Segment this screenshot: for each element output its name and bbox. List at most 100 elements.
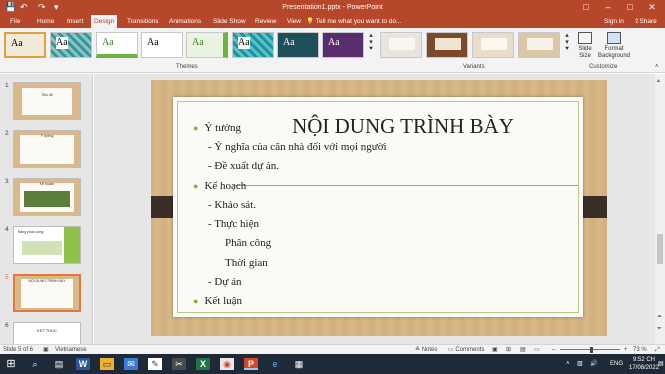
slide-title[interactable]: NỘI DUNG TRÌNH BÀY	[273, 115, 533, 137]
slide-thumbnail-3[interactable]: Kế hoạch	[13, 178, 81, 216]
tab-design[interactable]: Design	[91, 15, 118, 28]
scroll-up-icon[interactable]: ▴	[657, 78, 663, 84]
chrome-icon[interactable]: ◉	[220, 358, 234, 370]
slide-size-button[interactable]: Slide Size	[574, 32, 596, 60]
theme-blue-pattern[interactable]: Aa	[232, 32, 274, 58]
tab-review[interactable]: Review	[252, 15, 279, 28]
undo-icon[interactable]: ↶	[20, 2, 28, 13]
tab-view[interactable]: View	[284, 15, 304, 28]
tell-me-text: Tell me what you want to do...	[315, 18, 402, 25]
mail-icon[interactable]: ✉	[124, 358, 138, 370]
bullet-text: - Thực hiện	[208, 218, 259, 230]
save-icon[interactable]: 💾	[5, 2, 16, 13]
edge-icon[interactable]: e	[268, 358, 282, 370]
status-bar: Slide 5 of 6 ▣ Vietnamese ≙ Notes ▭ Comm…	[0, 344, 665, 354]
word-app-icon[interactable]: W	[76, 358, 90, 370]
theme-green-facet[interactable]: Aa	[96, 32, 138, 58]
task-view-icon[interactable]: ▤	[52, 358, 66, 370]
window-title: Presentation1.pptx - PowerPoint	[282, 4, 383, 11]
variants-more-icon[interactable]: ▴ ▾ ⯆	[563, 32, 571, 53]
themes-group-label: Themes	[176, 64, 198, 70]
thumb-title: KẾT THÚC	[37, 329, 57, 333]
bullet-level1[interactable]: - Khảo sát.	[208, 199, 256, 212]
tab-home[interactable]: Home	[34, 15, 57, 28]
variant-4[interactable]	[518, 32, 560, 58]
theme-plain[interactable]: Aa	[141, 32, 183, 58]
system-clock[interactable]: 9:52 CH 17/08/2022	[629, 356, 659, 372]
volume-icon[interactable]: 🔊	[590, 354, 597, 374]
variant-2[interactable]	[426, 32, 468, 58]
bullet-text: - Đề xuất dự án.	[208, 160, 280, 172]
start-button[interactable]: ⊞	[4, 358, 18, 370]
tab-transitions[interactable]: Transitions	[124, 15, 162, 28]
customize-quick-access-icon[interactable]: ▾	[54, 2, 59, 13]
bullet-level1[interactable]: - Thực hiện	[208, 218, 259, 231]
search-icon[interactable]: ⌕	[28, 358, 42, 370]
variant-1[interactable]	[380, 32, 422, 58]
theme-sample-text: Aa	[328, 37, 340, 48]
current-slide[interactable]: NỘI DUNG TRÌNH BÀY ● Ý tưởng - Ý nghĩa củ…	[151, 80, 607, 336]
snipping-icon[interactable]: ✂	[172, 358, 186, 370]
powerpoint-app-icon[interactable]: P	[244, 358, 258, 370]
bullet-level1[interactable]: - Đề xuất dự án.	[208, 160, 279, 173]
tell-me-search[interactable]: 💡 Tell me what you want to do...	[306, 15, 401, 28]
bullet-level2[interactable]: Phân công	[225, 237, 271, 250]
customize-group-label: Customize	[589, 64, 618, 70]
slide-thumbnail-4[interactable]: Bảng phân công	[13, 226, 81, 264]
file-explorer-icon[interactable]: ▭	[100, 358, 114, 370]
network-icon[interactable]: ▥	[577, 354, 583, 374]
ribbon-display-options-icon[interactable]: □	[575, 0, 597, 15]
powerpoint-window: 💾 ↶ ↷ ▾ Presentation1.pptx - PowerPoint …	[0, 0, 665, 374]
maximize-button[interactable]: □	[619, 0, 641, 15]
slide-thumbnail-1[interactable]: Tiêu đề	[13, 82, 81, 120]
bullet-level2[interactable]: Thời gian	[225, 257, 268, 270]
bullet-text: - Khảo sát.	[208, 199, 256, 211]
close-button[interactable]: ✕	[641, 0, 663, 15]
bullet-level1[interactable]: - Ý nghĩa của căn nhà đối với mọi người	[208, 141, 387, 154]
slide-number: 5	[5, 274, 9, 281]
share-button[interactable]: ⇪Share	[634, 15, 657, 28]
collapse-ribbon-icon[interactable]: ˄	[655, 64, 659, 71]
theme-green-wisp[interactable]: Aa	[186, 32, 228, 58]
variant-3[interactable]	[472, 32, 514, 58]
format-background-button[interactable]: Format Background	[598, 32, 630, 60]
excel-app-icon[interactable]: X	[196, 358, 210, 370]
themes-more-icon[interactable]: ▴ ▾ ⯆	[367, 32, 375, 53]
scroll-thumb[interactable]	[657, 234, 663, 264]
next-slide-icon[interactable]: ⏷	[657, 326, 663, 332]
vertical-scrollbar[interactable]: ▴ ⏶ ⏷	[655, 74, 665, 344]
bullet-level0[interactable]: ● Kế hoạch	[193, 180, 246, 193]
theme-sample-text: Aa	[238, 37, 250, 49]
calculator-icon[interactable]: ▦	[292, 358, 306, 370]
zoom-slider-thumb[interactable]	[590, 347, 593, 353]
design-ribbon: Aa Aa Aa Aa Aa Aa Aa Aa ▴ ▾ ⯆ Themes ▴ ▾ ⯆ V…	[0, 28, 665, 73]
notification-icon[interactable]: ▤	[658, 354, 664, 374]
slide-number: 2	[5, 130, 9, 137]
slide-thumbnail-2[interactable]: Ý tưởng	[13, 130, 81, 168]
theme-dark-teal[interactable]: Aa	[277, 32, 319, 58]
sign-in-link[interactable]: Sign in	[604, 15, 624, 28]
input-language[interactable]: ENG	[610, 354, 623, 374]
clock-time: 9:52 CH	[633, 357, 656, 363]
tab-file[interactable]: File	[7, 15, 23, 28]
prev-slide-icon[interactable]: ⏶	[657, 314, 663, 320]
slide-number: 4	[5, 226, 9, 233]
bullet-level0[interactable]: ● Kết luận	[193, 295, 242, 308]
clock-date: 17/08/2022	[629, 365, 660, 371]
theme-sample-text: Aa	[192, 37, 204, 48]
tab-insert[interactable]: Insert	[64, 15, 86, 28]
slide-thumbnail-6[interactable]: KẾT THÚC	[13, 322, 81, 344]
theme-wood-type[interactable]: Aa	[4, 32, 46, 58]
redo-icon[interactable]: ↷	[38, 2, 46, 13]
tray-chevron-icon[interactable]: ˄	[566, 354, 570, 374]
bullet-level0[interactable]: ● Ý tưởng	[193, 122, 241, 135]
theme-purple[interactable]: Aa	[322, 32, 364, 58]
paint-icon[interactable]: ✎	[148, 358, 162, 370]
tab-animations[interactable]: Animations	[166, 15, 204, 28]
slide-thumbnail-5[interactable]: NỘI DUNG TRÌNH BÀY	[13, 274, 81, 312]
theme-teal-pattern[interactable]: Aa	[50, 32, 92, 58]
minimize-button[interactable]: –	[597, 0, 619, 15]
slide-number: 3	[5, 178, 9, 185]
bullet-level1[interactable]: - Dự án	[208, 276, 241, 289]
tab-slide-show[interactable]: Slide Show	[210, 15, 249, 28]
